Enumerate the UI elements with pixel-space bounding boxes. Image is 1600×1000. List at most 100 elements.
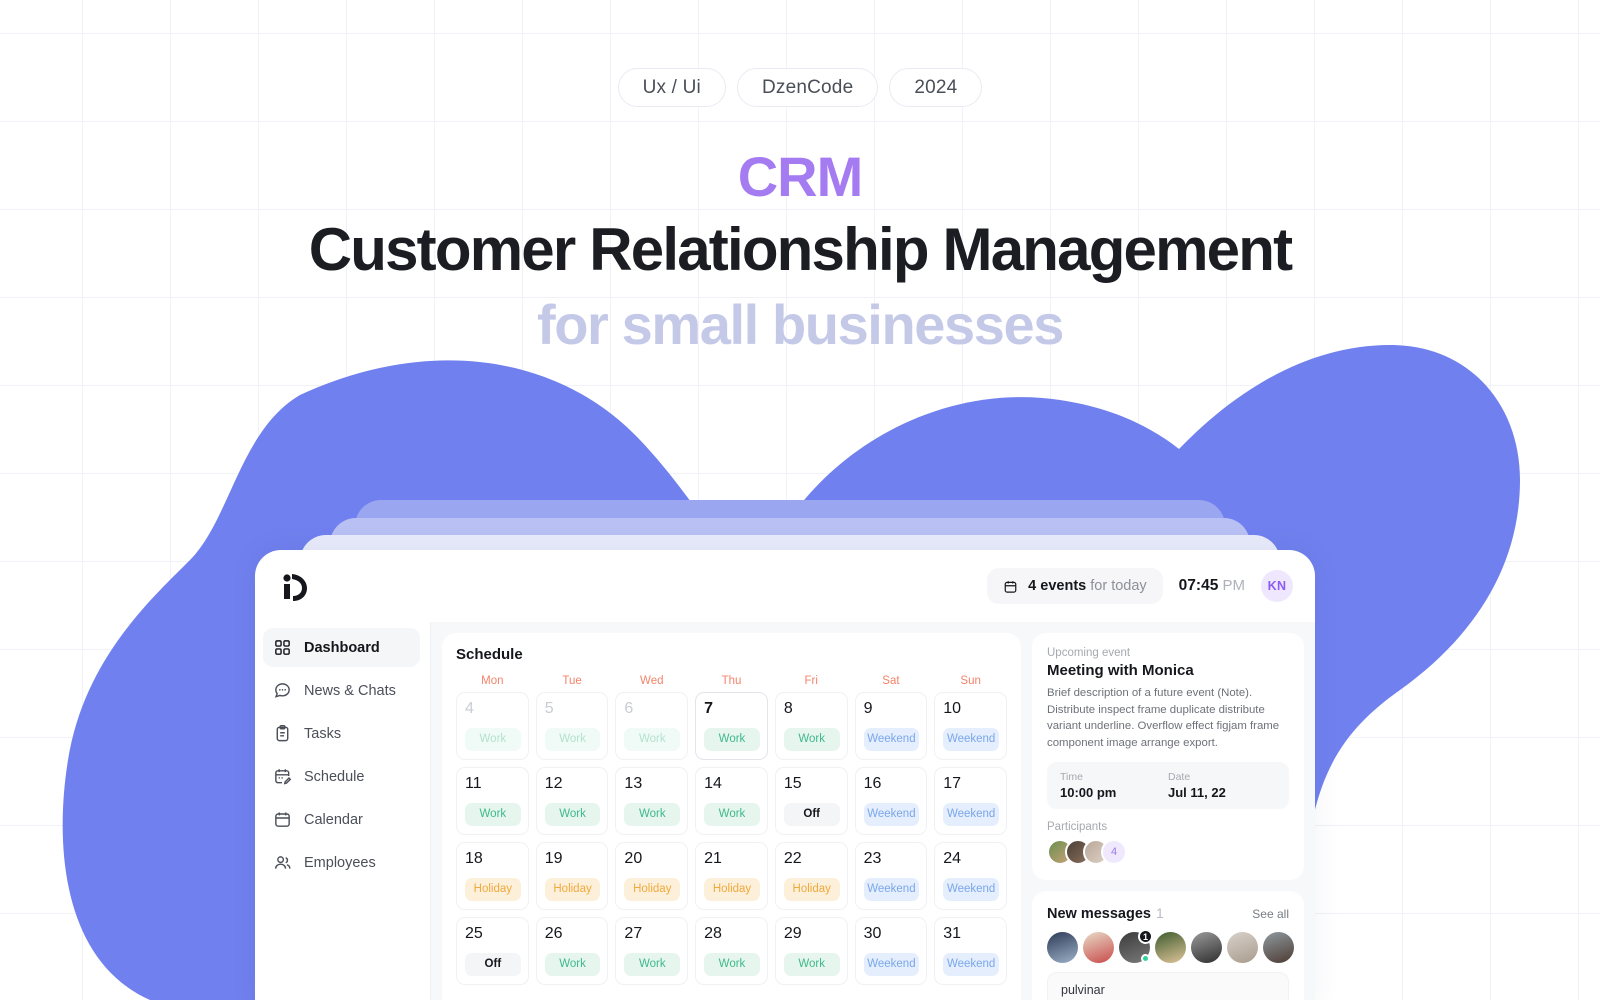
calendar-day-cell[interactable]: 31 Weekend <box>934 917 1007 985</box>
upcoming-event-label: Upcoming event <box>1047 647 1131 659</box>
sidebar-item-label: Tasks <box>304 725 342 742</box>
calendar-day-cell[interactable]: 22 Holiday <box>774 842 848 910</box>
calendar-day-cell[interactable]: 15 Off <box>774 767 848 835</box>
calendar-day-cell[interactable]: 7 Work <box>695 692 768 760</box>
clock-time: 07:45 <box>1178 577 1219 594</box>
calendar-day-number: 14 <box>704 775 722 792</box>
sidebar-item-schedule[interactable]: Schedule <box>263 757 420 796</box>
calendar-week-row: 25 Off 26 Work 27 Work 28 Work 29 Work 30 Weekend 31… <box>456 917 1007 985</box>
calendar-day-number: 25 <box>465 925 483 942</box>
calendar-day-cell[interactable]: 25 Off <box>456 917 529 985</box>
sidebar-item-tasks[interactable]: Tasks <box>263 714 420 753</box>
calendar-day-cell[interactable]: 18 Holiday <box>456 842 529 910</box>
calendar-day-number: 11 <box>465 775 482 792</box>
calendar-day-cell[interactable]: 5 Work <box>535 692 609 760</box>
calendar-day-number: 18 <box>465 850 483 867</box>
calendar-day-cell[interactable]: 28 Work <box>695 917 768 985</box>
calendar-day-tag: Weekend <box>863 952 920 976</box>
calendar-day-cell[interactable]: 23 Weekend <box>854 842 928 910</box>
message-row[interactable]: pulvinar <box>1047 972 1289 1000</box>
calendar-day-number: 30 <box>863 925 882 942</box>
calendar-day-number: 28 <box>704 925 722 942</box>
avatar[interactable] <box>1047 932 1078 964</box>
app-header: 4 events for today 07:45 PM KN <box>255 550 1315 622</box>
sidebar-item-news-chats[interactable]: News & Chats <box>263 671 420 710</box>
calendar-day-cell[interactable]: 26 Work <box>535 917 609 985</box>
calendar-day-number: 20 <box>624 850 643 867</box>
tag-pill-row: Ux / Ui DzenCode 2024 <box>0 68 1600 107</box>
calendar-day-cell[interactable]: 12 Work <box>535 767 609 835</box>
calendar-day-tag: Holiday <box>465 877 521 901</box>
message-avatar-row: 1 <box>1047 929 1294 964</box>
calendar-grid: 4 Work 5 Work 6 Work 7 Work 8 Work 9 Weekend 10 Weeke… <box>456 692 1007 985</box>
calendar-day-cell[interactable]: 8 Work <box>774 692 848 760</box>
sidebar-item-employees[interactable]: Employees <box>263 843 420 882</box>
avatar[interactable] <box>1263 932 1294 964</box>
see-all-link[interactable]: See all <box>1252 907 1289 921</box>
app-body: Dashboard News & Chats Tasks Schedule Ca… <box>255 622 1315 1000</box>
calendar-day-cell[interactable]: 11 Work <box>456 767 529 835</box>
pill-studio[interactable]: DzenCode <box>736 68 879 107</box>
id-logo-icon[interactable] <box>279 569 313 603</box>
sidebar-item-dashboard[interactable]: Dashboard <box>263 628 420 667</box>
sidebar-item-calendar[interactable]: Calendar <box>263 800 420 839</box>
sidebar-item-label: Dashboard <box>304 639 380 656</box>
calendar-day-cell[interactable]: 27 Work <box>615 917 689 985</box>
calendar-day-tag: Work <box>465 802 521 826</box>
calendar-day-number: 16 <box>863 775 882 792</box>
calendar-day-tag: Work <box>544 802 601 826</box>
participants-more-count[interactable]: 4 <box>1101 839 1127 866</box>
event-meta-panel: Time 10:00 pm Date Jul 11, 22 <box>1047 762 1289 810</box>
calendar-week-row: 18 Holiday 19 Holiday 20 Holiday 21 Holiday 22 Ho… <box>456 842 1007 910</box>
calendar-day-tag: Weekend <box>863 877 920 901</box>
avatar[interactable]: 1 <box>1119 929 1153 964</box>
calendar-day-cell[interactable]: 9 Weekend <box>854 692 928 760</box>
users-icon <box>274 856 291 869</box>
calendar-day-cell[interactable]: 21 Holiday <box>695 842 768 910</box>
user-avatar[interactable]: KN <box>1261 570 1293 602</box>
header-right-group: 4 events for today 07:45 PM KN <box>987 568 1293 604</box>
calendar-day-tag: Holiday <box>544 877 601 901</box>
header-clock: 07:45 PM <box>1179 577 1245 595</box>
calendar-day-number: 12 <box>544 775 563 792</box>
calendar-day-number: 8 <box>783 700 793 717</box>
events-today-pill[interactable]: 4 events for today <box>987 568 1163 604</box>
pill-year[interactable]: 2024 <box>889 68 983 107</box>
calendar-day-cell[interactable]: 16 Weekend <box>854 767 928 835</box>
sidebar-item-label: News & Chats <box>304 682 396 699</box>
calendar-day-cell[interactable]: 30 Weekend <box>854 917 928 985</box>
event-date-key: Date <box>1168 771 1191 784</box>
calendar-day-number: 5 <box>544 700 554 717</box>
right-rail: Upcoming event Meeting with Monica Brief… <box>1032 633 1304 1000</box>
calendar-day-cell[interactable]: 14 Work <box>695 767 768 835</box>
avatar[interactable] <box>1227 932 1258 964</box>
calendar-day-tag: Weekend <box>943 802 999 826</box>
calendar-day-number: 29 <box>783 925 802 942</box>
calendar-day-cell[interactable]: 4 Work <box>456 692 529 760</box>
calendar-day-cell[interactable]: 19 Holiday <box>535 842 609 910</box>
avatar[interactable] <box>1083 932 1114 964</box>
calendar-day-cell[interactable]: 29 Work <box>774 917 848 985</box>
calendar-day-cell[interactable]: 10 Weekend <box>934 692 1007 760</box>
calendar-day-cell[interactable]: 6 Work <box>615 692 689 760</box>
calendar-day-tag: Weekend <box>943 952 999 976</box>
avatar[interactable] <box>1155 932 1186 964</box>
avatar[interactable] <box>1191 932 1222 964</box>
calendar-day-cell[interactable]: 24 Weekend <box>934 842 1007 910</box>
calendar-day-tag: Work <box>624 952 681 976</box>
calendar-day-tag: Work <box>624 727 681 751</box>
calendar-day-tag: Weekend <box>943 727 999 751</box>
clipboard-icon <box>276 724 289 742</box>
clock-meridiem: PM <box>1222 577 1246 594</box>
calendar-day-cell[interactable]: 13 Work <box>615 767 689 835</box>
calendar-day-tag: Work <box>544 952 601 976</box>
calendar-day-tag: Work <box>783 727 840 751</box>
events-suffix: for today <box>1090 578 1147 594</box>
app-window: 4 events for today 07:45 PM KN Dashboard <box>255 550 1315 1000</box>
calendar-day-tag: Work <box>704 727 760 751</box>
calendar-day-tag: Work <box>704 802 760 826</box>
weekday-label: Sat <box>882 675 900 687</box>
calendar-day-cell[interactable]: 17 Weekend <box>934 767 1007 835</box>
calendar-day-cell[interactable]: 20 Holiday <box>615 842 689 910</box>
pill-discipline[interactable]: Ux / Ui <box>617 68 726 107</box>
